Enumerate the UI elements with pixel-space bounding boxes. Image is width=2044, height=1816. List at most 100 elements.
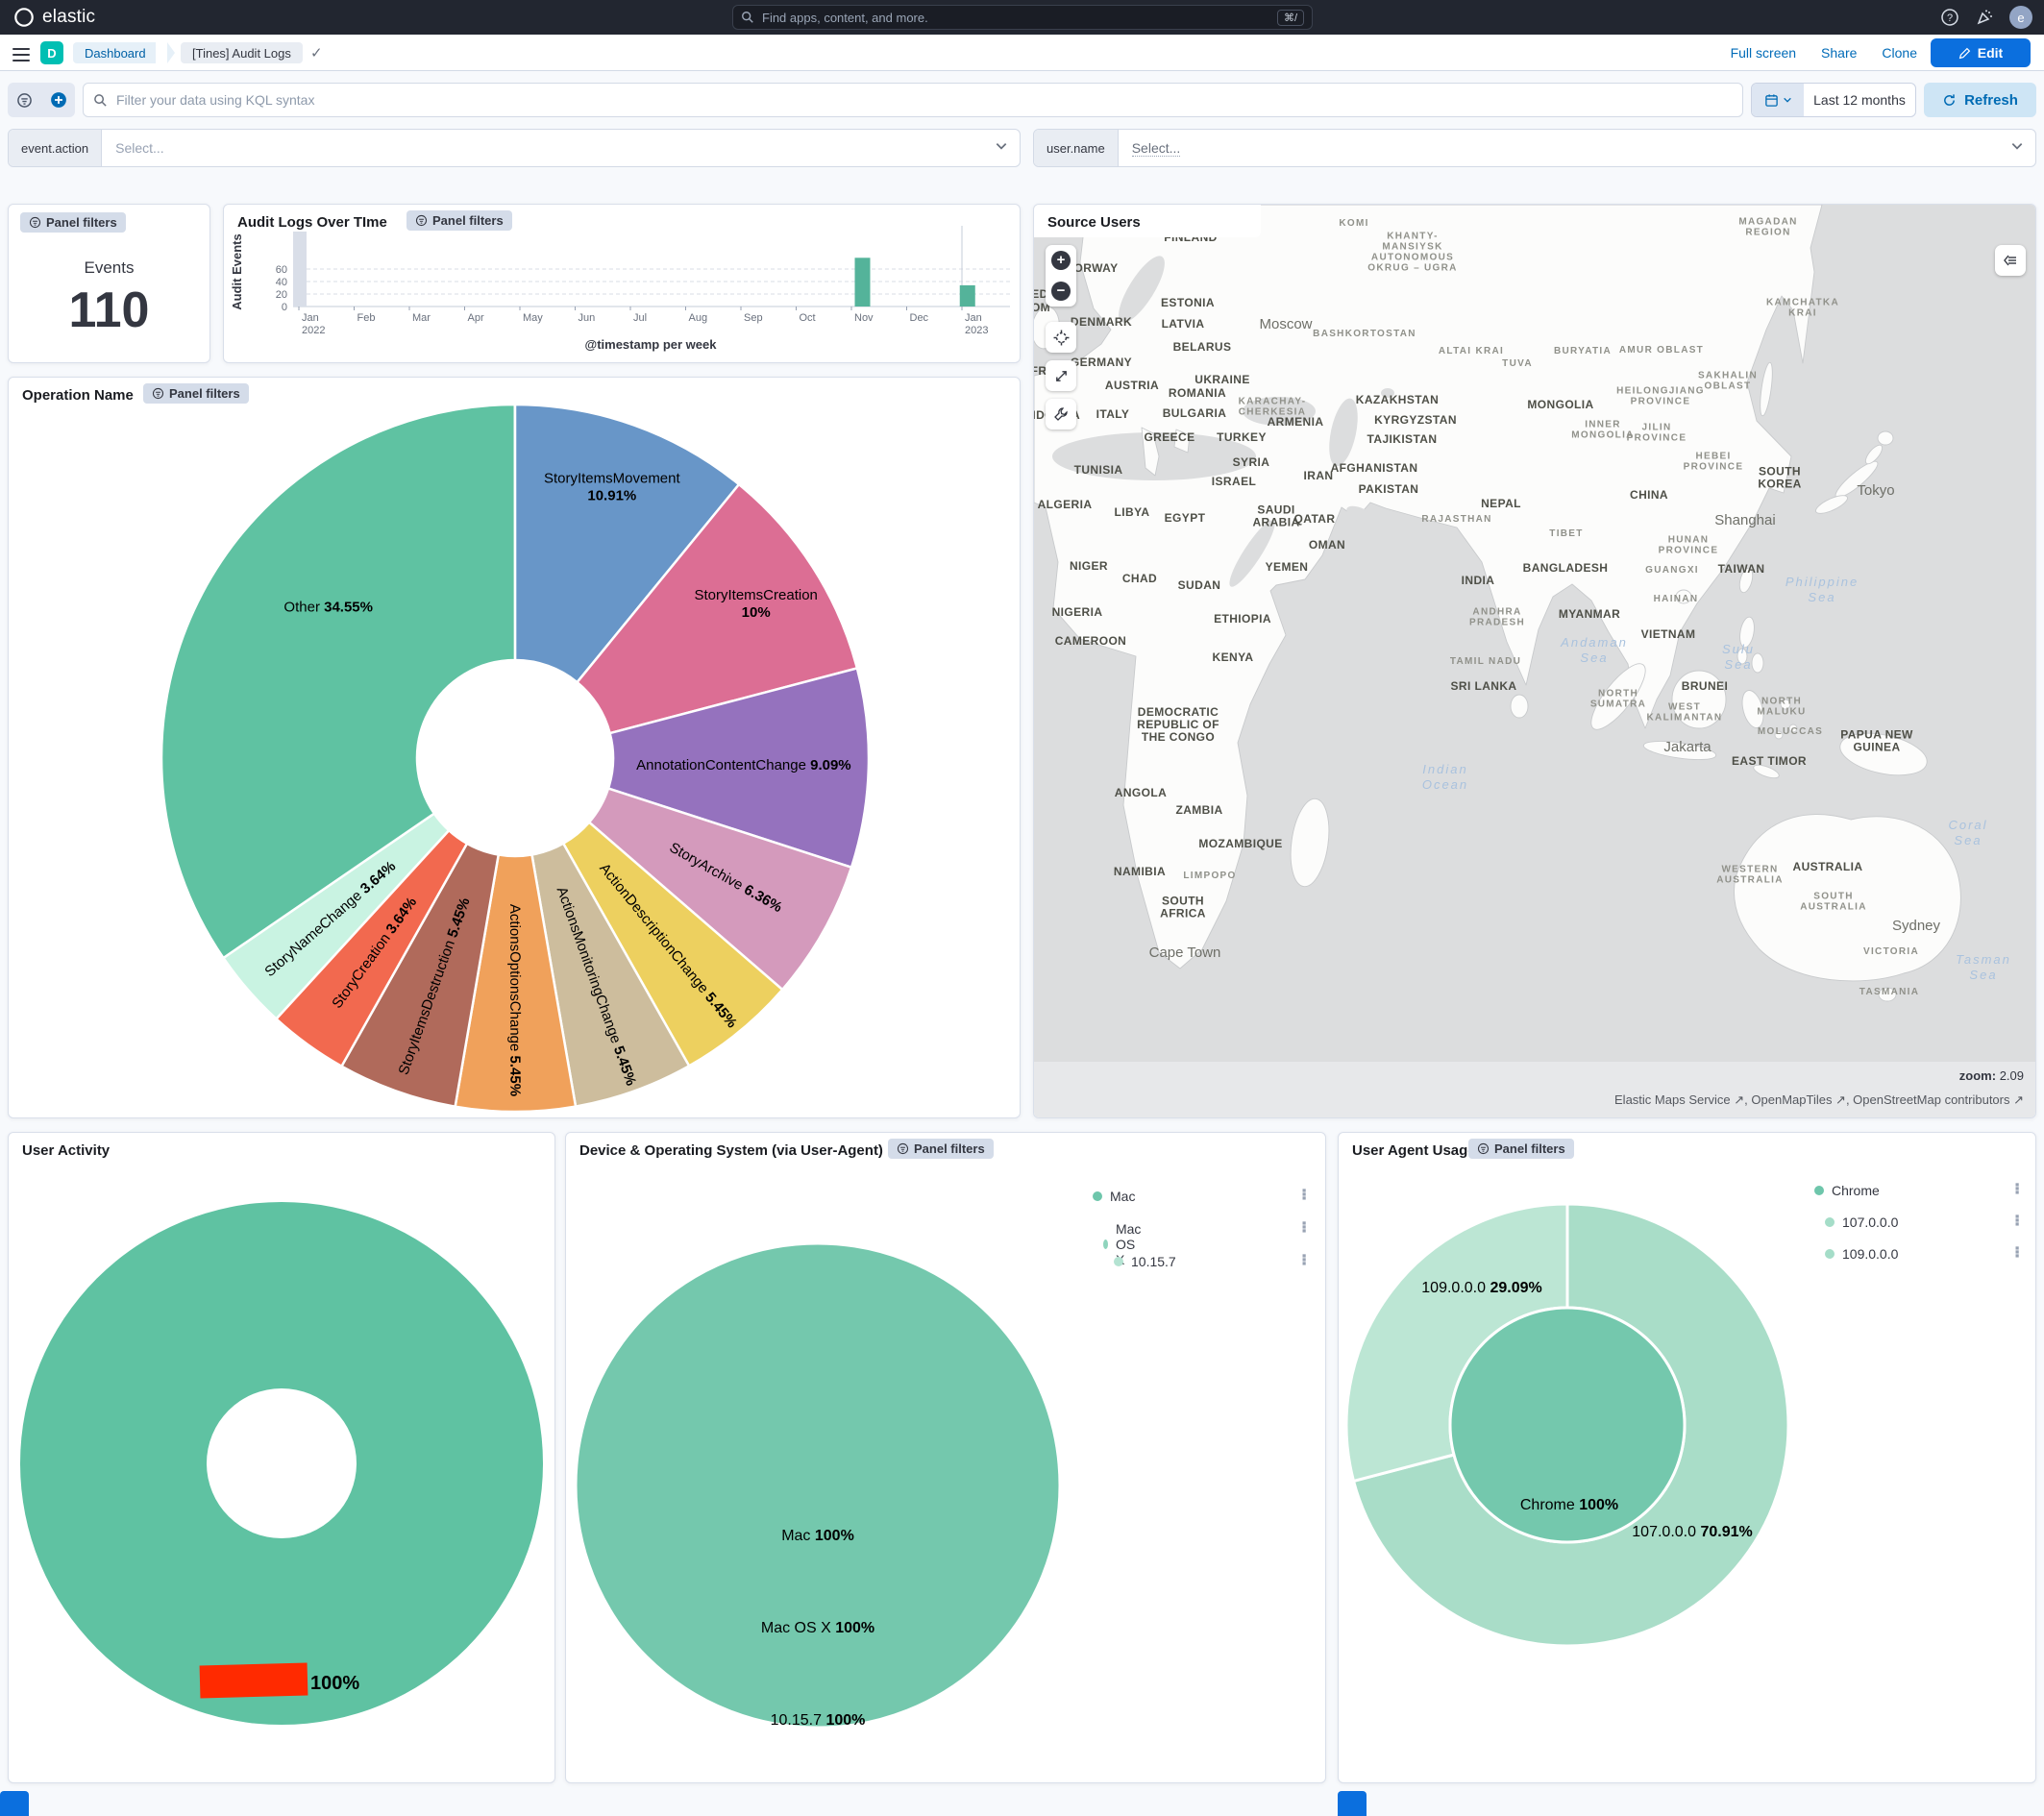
- breadcrumb-dashboard[interactable]: Dashboard: [73, 42, 156, 63]
- y-tick-label: 0: [282, 302, 287, 313]
- user-agent-sunburst[interactable]: 109.0.0.0 29.09%Chrome 100%107.0.0.0 70.…: [1339, 1133, 2036, 1783]
- legend-menu-icon[interactable]: ▪▪▪: [2011, 1246, 2023, 1258]
- sunburst-ring[interactable]: [576, 1243, 1060, 1728]
- add-filter-icon[interactable]: [41, 83, 75, 117]
- user-name-select[interactable]: Select...: [1119, 140, 1999, 156]
- help-icon[interactable]: ?: [1940, 8, 1959, 27]
- legend-item[interactable]: 109.0.0.0: [1825, 1246, 1898, 1262]
- map-label: TURKEY: [1217, 430, 1267, 444]
- map-label: MOZAMBIQUE: [1198, 837, 1282, 850]
- map-label: ETHIOPIA: [1214, 612, 1271, 626]
- map-label: ROMANIA: [1169, 386, 1226, 400]
- sunburst-label: Chrome 100%: [1520, 1497, 1618, 1513]
- panel-filters-badge[interactable]: Panel filters: [20, 212, 126, 233]
- map-fit-control: [1046, 322, 1076, 353]
- map-label: BULGARIA: [1163, 406, 1227, 420]
- legend-menu-icon[interactable]: ▪▪▪: [1298, 1189, 1310, 1200]
- refresh-button[interactable]: Refresh: [1924, 83, 2036, 117]
- clone-link[interactable]: Clone: [1882, 45, 1917, 61]
- legend-dot: [1103, 1239, 1108, 1249]
- map-label: ANDHRAPRADESH: [1469, 607, 1525, 628]
- breadcrumb-check-icon[interactable]: ✓: [310, 44, 323, 61]
- map-label: NIGERIA: [1052, 605, 1103, 619]
- menu-icon[interactable]: [12, 44, 30, 60]
- legend-label: Mac: [1110, 1189, 1135, 1204]
- calendar-button[interactable]: [1752, 84, 1804, 116]
- map-label: TUVA: [1502, 358, 1533, 369]
- panel-device-os: Device & Operating System (via User-Agen…: [565, 1132, 1326, 1783]
- chevron-down-icon: [1783, 95, 1792, 105]
- news-feed-icon[interactable]: [1975, 8, 1994, 27]
- legend-menu-icon[interactable]: ▪▪▪: [1298, 1221, 1310, 1233]
- map-label: GUANGXI: [1645, 565, 1699, 576]
- map-zoom-controls: + −: [1046, 245, 1076, 307]
- legend-menu-icon[interactable]: ▪▪▪: [2011, 1183, 2023, 1194]
- panel-events: Panel filters Events 110: [8, 204, 210, 363]
- elastic-logo[interactable]: elastic: [13, 0, 95, 35]
- map-label: DENMARK: [1071, 315, 1132, 329]
- panel-audit-logs-over-time: Audit Logs Over TIme Panel filters 02040…: [223, 204, 1021, 363]
- map-label: GERMANY: [1071, 356, 1132, 369]
- zoom-in-button[interactable]: +: [1046, 245, 1076, 276]
- map-label: VIETNAM: [1641, 627, 1696, 641]
- full-screen-link[interactable]: Full screen: [1731, 45, 1796, 61]
- search-icon: [93, 93, 108, 108]
- search-icon: [741, 11, 754, 24]
- layers-flyout-icon[interactable]: [1995, 245, 2026, 276]
- panel-user-activity: User Activity 100%: [8, 1132, 555, 1783]
- panel-operation-name: Operation Name Panel filters StoryItemsM…: [8, 377, 1021, 1118]
- y-tick-label: 20: [276, 289, 287, 301]
- edit-button[interactable]: Edit: [1931, 38, 2031, 67]
- map-label: BRUNEI: [1682, 679, 1728, 693]
- x-tick-label: 2022: [302, 325, 325, 336]
- map-expand-control: [1046, 360, 1076, 391]
- sunburst-label: Mac OS X 100%: [761, 1620, 874, 1636]
- operation-name-donut[interactable]: StoryItemsMovement10.91%StoryItemsCreati…: [9, 378, 1021, 1118]
- bar[interactable]: [960, 285, 975, 307]
- global-search-input[interactable]: Find apps, content, and more. ⌘/: [732, 5, 1313, 30]
- wrench-icon[interactable]: [1046, 399, 1076, 429]
- map-label: QATAR: [1294, 512, 1336, 526]
- map-label: PAKISTAN: [1359, 482, 1419, 496]
- legend-item[interactable]: Chrome: [1814, 1183, 1880, 1198]
- pie-slice-label: ActionsOptionsChange 5.45%: [506, 904, 523, 1096]
- map-label: MAGADANREGION: [1738, 217, 1797, 238]
- audit-bar-chart[interactable]: 0204060Jan2022FebMarAprMayJunJulAugSepOc…: [224, 205, 1021, 363]
- legend-menu-icon[interactable]: ▪▪▪: [1298, 1254, 1310, 1265]
- legend-item[interactable]: 107.0.0.0: [1825, 1215, 1898, 1230]
- map-label: IndianOcean: [1422, 762, 1468, 792]
- map-label: BURYATIA: [1554, 346, 1612, 356]
- query-bar: Filter your data using KQL syntax Last 1…: [0, 83, 2044, 117]
- map-label: BASHKORTOSTAN: [1313, 329, 1416, 339]
- y-axis-title: Audit Events: [230, 233, 244, 309]
- kql-filter-input[interactable]: Filter your data using KQL syntax: [83, 83, 1743, 117]
- expand-icon[interactable]: [1046, 360, 1076, 391]
- zoom-out-button[interactable]: −: [1046, 276, 1076, 307]
- map-label: NIGER: [1070, 559, 1108, 573]
- map-attribution[interactable]: Elastic Maps Service ↗, OpenMapTiles ↗, …: [1614, 1092, 2024, 1108]
- control-label: user.name: [1034, 130, 1119, 166]
- time-range-value[interactable]: Last 12 months: [1804, 84, 1915, 116]
- map-label: CHINA: [1630, 488, 1668, 502]
- events-metric-label: Events: [9, 258, 209, 278]
- legend-item[interactable]: Mac: [1093, 1189, 1135, 1204]
- search-shortcut-badge: ⌘/: [1277, 10, 1304, 26]
- user-avatar[interactable]: e: [2009, 6, 2032, 29]
- map-label: OMAN: [1309, 538, 1345, 552]
- device-os-sunburst[interactable]: Mac 100%Mac OS X 100%10.15.7 100%: [566, 1133, 1326, 1783]
- saved-query-icon[interactable]: [8, 83, 41, 117]
- event-action-select[interactable]: Select...: [102, 140, 983, 156]
- world-map[interactable]: NORWAYFINLANDESTONIALATVIADENMARKBELARUS…: [1034, 205, 2036, 1064]
- share-link[interactable]: Share: [1821, 45, 1857, 61]
- legend-item[interactable]: 10.15.7: [1114, 1254, 1176, 1269]
- chevron-down-icon[interactable]: [983, 139, 1020, 158]
- legend-menu-icon[interactable]: ▪▪▪: [2011, 1215, 2023, 1226]
- x-tick-label: Dec: [910, 312, 929, 324]
- bar[interactable]: [855, 258, 871, 307]
- space-avatar[interactable]: D: [40, 41, 63, 64]
- map-label: ALGERIA: [1038, 498, 1093, 511]
- crosshair-icon[interactable]: [1046, 322, 1076, 353]
- x-tick-label: Aug: [689, 312, 708, 324]
- chevron-down-icon[interactable]: [1999, 139, 2035, 158]
- map-label: UKRAINE: [1194, 373, 1249, 386]
